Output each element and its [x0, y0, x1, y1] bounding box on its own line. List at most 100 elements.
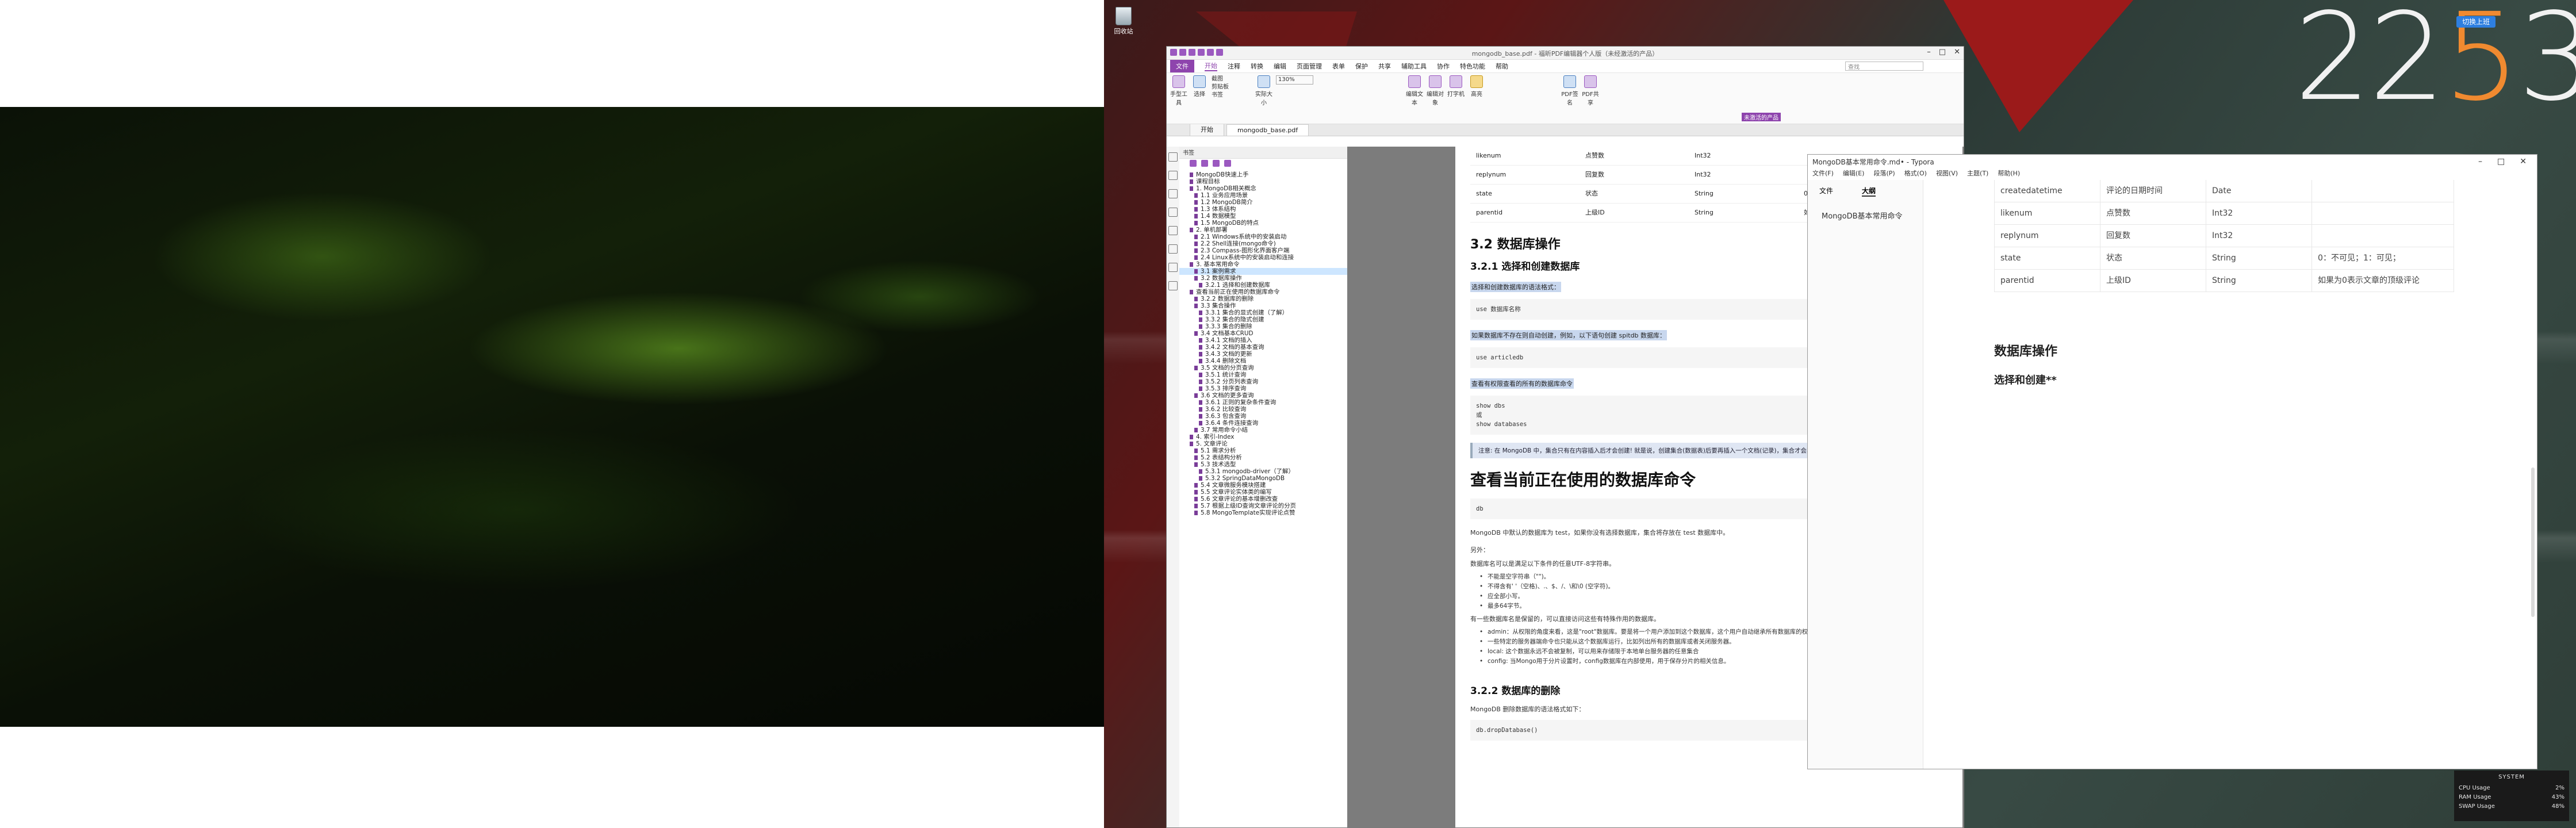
- bookmark-item[interactable]: 1. MongoDB相关概念: [1179, 185, 1347, 192]
- bookmark-item[interactable]: 3.3 集合操作: [1179, 302, 1347, 309]
- typora-heading-select-create[interactable]: 选择和创建**: [1994, 372, 2057, 387]
- typora-menu-theme[interactable]: 主题(T): [1967, 168, 1988, 179]
- bookmark-item[interactable]: 4. 索引-Index: [1179, 434, 1347, 440]
- bookmark-item[interactable]: 3.2 数据库操作: [1179, 275, 1347, 282]
- menu-convert[interactable]: 转换: [1251, 62, 1263, 71]
- typora-menu-view[interactable]: 视图(V): [1936, 168, 1958, 179]
- layers-panel-icon[interactable]: [1168, 189, 1178, 198]
- close-icon[interactable]: ✕: [1954, 48, 1960, 56]
- bookmark-item[interactable]: 3.4.4 删除文档: [1179, 358, 1347, 365]
- menu-form[interactable]: 表单: [1332, 62, 1345, 71]
- bookmark-item[interactable]: 3.5.2 分页列表查询: [1179, 378, 1347, 385]
- edit-text-button[interactable]: 编辑文本: [1406, 75, 1423, 106]
- typora-menu-edit[interactable]: 编辑(E): [1843, 168, 1865, 179]
- bookmark-item[interactable]: 3.6.3 包含查询: [1179, 413, 1347, 420]
- add-bookmark-icon[interactable]: [1213, 160, 1220, 167]
- typora-menu-format[interactable]: 格式(O): [1904, 168, 1927, 179]
- select-tool-button[interactable]: 选择: [1191, 75, 1208, 106]
- actual-size-button[interactable]: 实际大小: [1255, 75, 1272, 106]
- tab-mongodb-base[interactable]: mongodb_base.pdf: [1226, 124, 1309, 136]
- bookmark-item[interactable]: 3.5.3 排序查询: [1179, 385, 1347, 392]
- bookmark-item[interactable]: MongoDB快速上手: [1179, 171, 1347, 178]
- bookmark-item[interactable]: 2.4 Linux系统中的安装启动和连接: [1179, 254, 1347, 261]
- menu-accessibility[interactable]: 辅助工具: [1401, 62, 1427, 71]
- pdf-search-input[interactable]: 查找: [1845, 62, 1923, 71]
- clipboard-button[interactable]: 剪贴板: [1212, 83, 1252, 91]
- maximize-icon[interactable]: □: [1939, 48, 1946, 56]
- typora-heading-db-ops[interactable]: 数据库操作: [1994, 341, 2057, 359]
- maximize-icon[interactable]: □: [2497, 157, 2505, 166]
- recycle-bin[interactable]: 回收站: [1112, 7, 1135, 36]
- menu-page-manage[interactable]: 页面管理: [1297, 62, 1322, 71]
- menu-protect[interactable]: 保护: [1355, 62, 1368, 71]
- bookmark-item[interactable]: 5.3.1 mongodb-driver（了解）: [1179, 468, 1347, 475]
- menu-help[interactable]: 帮助: [1496, 62, 1508, 71]
- bookmark-item[interactable]: 3.3.1 集合的显式创建（了解）: [1179, 309, 1347, 316]
- typora-menu-file[interactable]: 文件(F): [1812, 168, 1834, 179]
- menu-collab[interactable]: 协作: [1437, 62, 1450, 71]
- bookmark-item[interactable]: 1.3 体系结构: [1179, 206, 1347, 213]
- bookmark-item[interactable]: 3. 基本常用命令: [1179, 261, 1347, 268]
- bookmark-item[interactable]: 5. 文章评论: [1179, 440, 1347, 447]
- bookmark-item[interactable]: 3.3.2 集合的隐式创建: [1179, 316, 1347, 323]
- bookmark-item[interactable]: 3.6.2 比较查询: [1179, 406, 1347, 413]
- bookmark-item[interactable]: 2.1 Windows系统中的安装启动: [1179, 233, 1347, 240]
- menu-comment[interactable]: 注释: [1228, 62, 1240, 71]
- outline-item[interactable]: MongoDB基本常用命令: [1808, 202, 1923, 231]
- bookmark-item[interactable]: 查看当前正在使用的数据库命令: [1179, 289, 1347, 296]
- screenshot-button[interactable]: 截图: [1212, 75, 1252, 83]
- menu-home[interactable]: 开始: [1205, 61, 1217, 71]
- bookmark-item[interactable]: 5.8 MongoTemplate实现评论点赞: [1179, 509, 1347, 516]
- bookmark-item[interactable]: 2. 单机部署: [1179, 227, 1347, 233]
- tab-outline[interactable]: 大纲: [1862, 186, 1876, 197]
- signature-panel-icon[interactable]: [1168, 263, 1178, 272]
- highlight-button[interactable]: 高亮: [1468, 75, 1485, 106]
- minimize-icon[interactable]: –: [1927, 48, 1931, 56]
- minimize-icon[interactable]: –: [2478, 157, 2482, 166]
- pdf-sign-button[interactable]: PDF签名: [1561, 75, 1578, 106]
- bookmark-item[interactable]: 3.4.1 文档的插入: [1179, 337, 1347, 344]
- bookmark-item[interactable]: 1.2 MongoDB简介: [1179, 199, 1347, 206]
- typora-editor[interactable]: createdatetime 评论的日期时间 Date likenum 点赞数 Int32…: [1923, 180, 2537, 769]
- bookmark-item[interactable]: 5.5 文章评论实体类的编写: [1179, 489, 1347, 496]
- bookmark-item[interactable]: 3.4.2 文档的基本查询: [1179, 344, 1347, 351]
- tab-files[interactable]: 文件: [1819, 186, 1833, 197]
- bookmark-item[interactable]: 3.7 常用命令小结: [1179, 427, 1347, 434]
- menu-features[interactable]: 特色功能: [1460, 62, 1485, 71]
- bookmark-item[interactable]: 3.3.3 集合的删除: [1179, 323, 1347, 330]
- typora-menu-paragraph[interactable]: 段落(P): [1873, 168, 1895, 179]
- delete-bookmark-icon[interactable]: [1224, 160, 1231, 167]
- bookmark-item[interactable]: 1.1 业务应用场景: [1179, 192, 1347, 199]
- pdf-share-button[interactable]: PDF共享: [1582, 75, 1599, 106]
- close-icon[interactable]: ✕: [2520, 157, 2527, 166]
- menu-share[interactable]: 共享: [1378, 62, 1391, 71]
- bookmark-item[interactable]: 3.5.1 统计查询: [1179, 371, 1347, 378]
- hand-tool-button[interactable]: 手型工具: [1170, 75, 1187, 106]
- bookmark-item[interactable]: 5.4 文章微服务模块搭建: [1179, 482, 1347, 489]
- bookmark-item[interactable]: 3.5 文档的分页查询: [1179, 365, 1347, 371]
- bookmark-item[interactable]: 2.3 Compass-图形化界面客户端: [1179, 247, 1347, 254]
- zoom-select[interactable]: 130%: [1276, 75, 1313, 85]
- typora-menu-help[interactable]: 帮助(H): [1998, 168, 2020, 179]
- bookmark-item[interactable]: 3.6.1 正则的复杂条件查询: [1179, 399, 1347, 406]
- thumbnail-panel-icon[interactable]: [1168, 171, 1178, 180]
- bookmark-item[interactable]: 2.2 Shell连接(mongo命令): [1179, 240, 1347, 247]
- bookmark-item[interactable]: 3.6.4 条件连接查询: [1179, 420, 1347, 427]
- comments-panel-icon[interactable]: [1168, 208, 1178, 217]
- typora-scrollbar[interactable]: [2531, 467, 2535, 617]
- bookmark-item[interactable]: 5.2 表结构分析: [1179, 454, 1347, 461]
- bookmark-item[interactable]: 5.7 根据上级ID查询文章评论的分页: [1179, 503, 1347, 509]
- menu-edit[interactable]: 编辑: [1274, 62, 1286, 71]
- bookmark-item[interactable]: 5.6 文章评论的基本增删改查: [1179, 496, 1347, 503]
- content-panel-icon[interactable]: [1168, 281, 1178, 290]
- bookmark-item[interactable]: 课程目标: [1179, 178, 1347, 185]
- bookmark-item[interactable]: 3.2.2 数据库的删除: [1179, 296, 1347, 302]
- bookmark-item[interactable]: 1.5 MongoDB的特点: [1179, 220, 1347, 227]
- edit-object-button[interactable]: 编辑对象: [1427, 75, 1444, 106]
- clock-badge[interactable]: 切换上班: [2456, 16, 2496, 28]
- expand-all-icon[interactable]: [1190, 160, 1197, 167]
- bookmark-panel-icon[interactable]: [1168, 152, 1178, 162]
- bookmark-item[interactable]: 3.4.3 文档的更新: [1179, 351, 1347, 358]
- bookmark-item[interactable]: 3.6 文档的更多查询: [1179, 392, 1347, 399]
- bookmark-item[interactable]: 3.4 文档基本CRUD: [1179, 330, 1347, 337]
